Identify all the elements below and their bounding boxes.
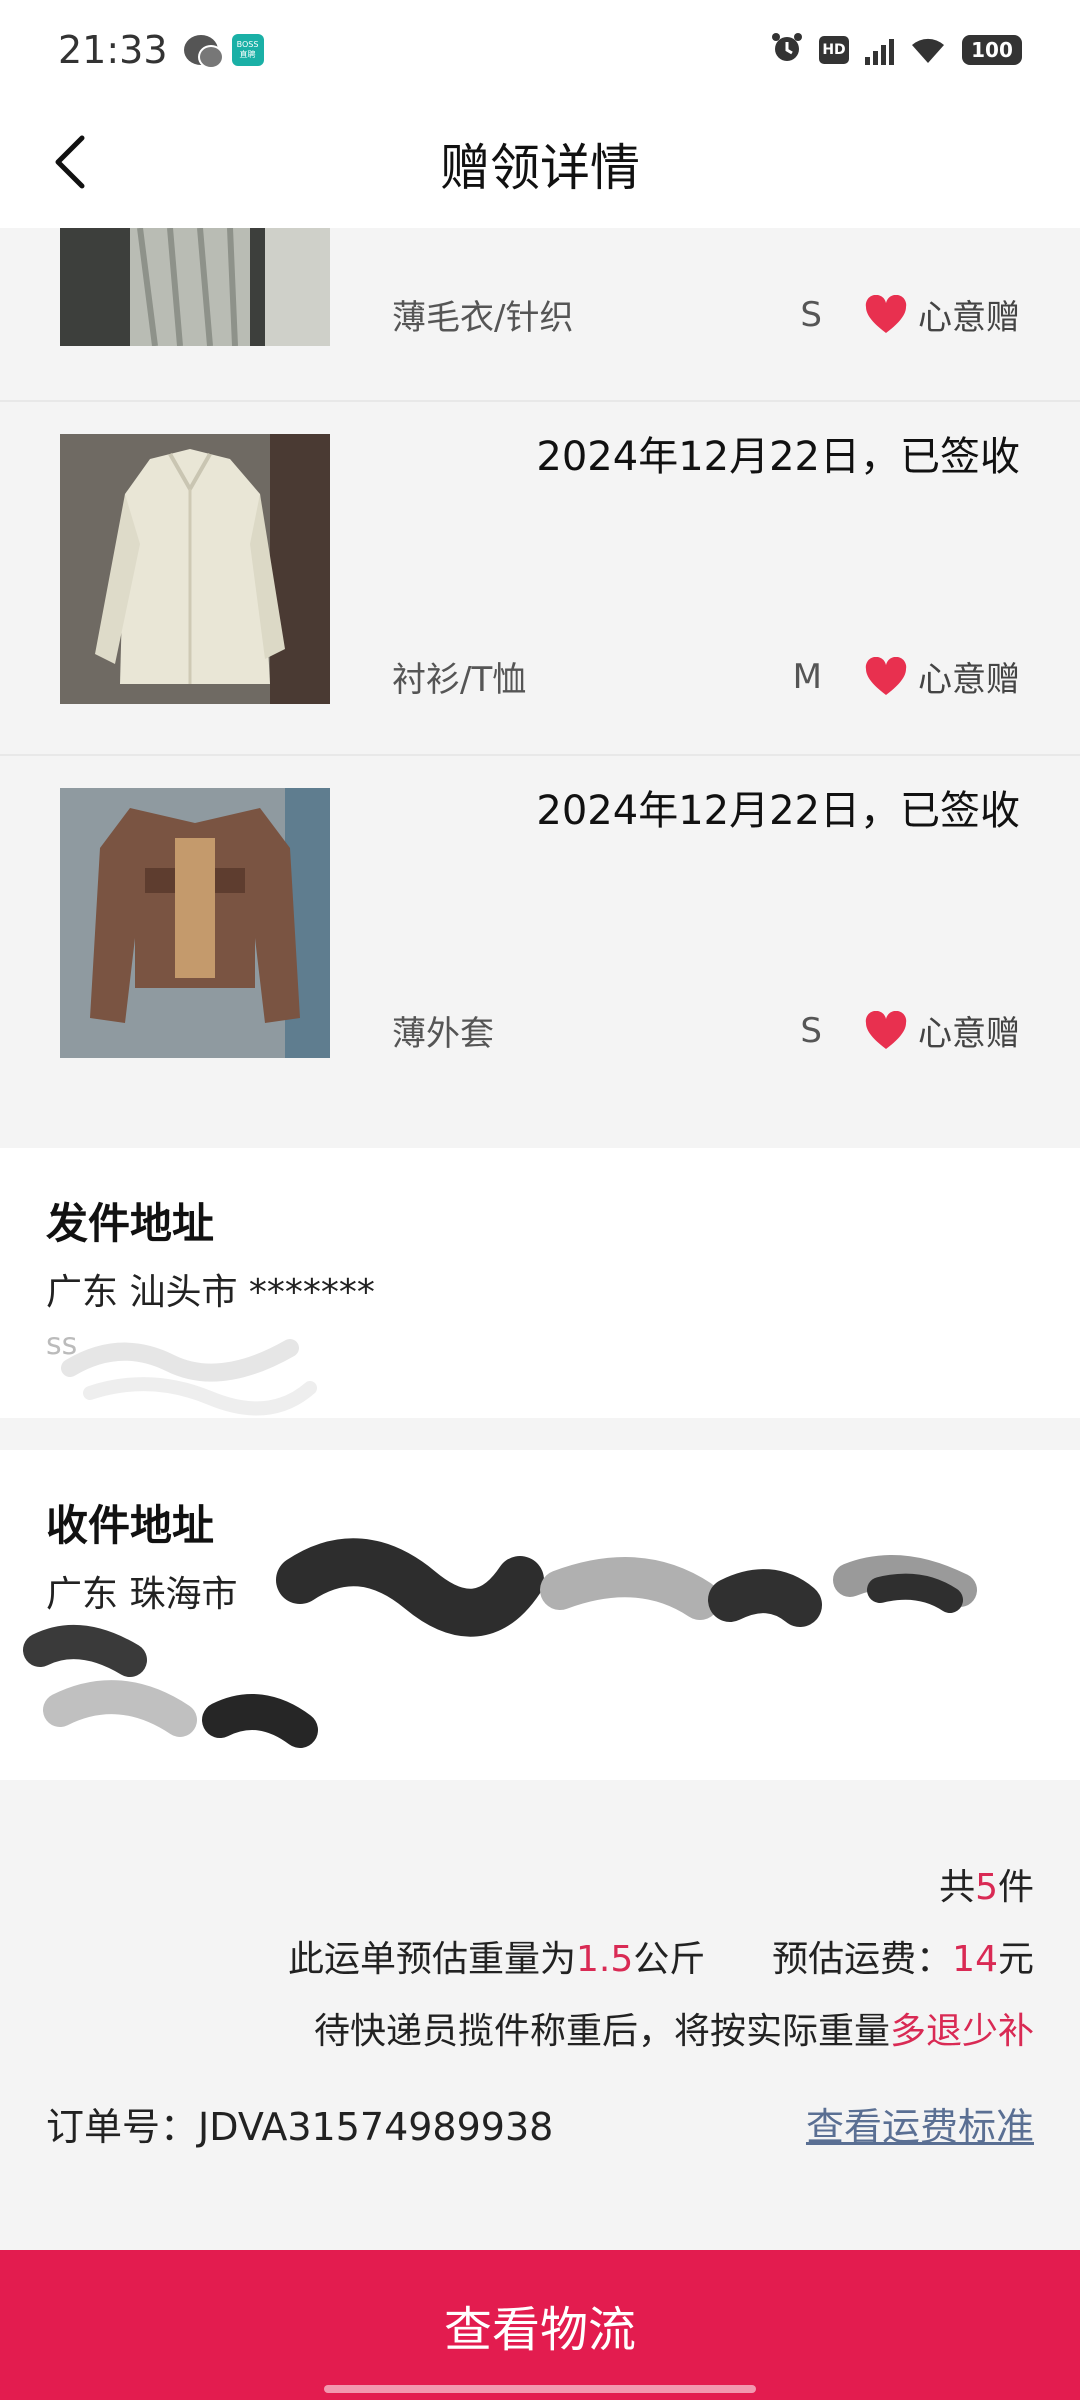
gift-item[interactable]: 2024年12月22日，已签收 衬衫/T恤 M 心意赠	[0, 402, 1080, 756]
status-right-icons: HD 100	[771, 32, 1022, 68]
redaction-scribble	[61, 1339, 317, 1416]
item-size: S	[800, 294, 822, 335]
boss-app-icon: BOSS 直聘	[231, 34, 264, 66]
chevron-left-icon	[55, 135, 85, 189]
order-row: 订单号：JDVA31574989938 查看运费标准	[46, 2096, 1034, 2151]
home-indicator	[324, 2385, 756, 2393]
back-button[interactable]	[38, 130, 102, 194]
battery-icon: 100	[962, 35, 1022, 65]
gift-item[interactable]: 2024年12月22日，已签收 薄外套 S 心意赠	[0, 756, 1080, 1146]
hd-icon: HD	[819, 36, 849, 64]
item-meta: 薄外套 S 心意赠	[392, 1006, 1020, 1055]
weight-fee-line: 此运单预估重量为1.5公斤 预估运费：14元	[287, 1939, 1034, 1980]
sender-address: 发件地址 广东 汕头市 ******* ss	[0, 1148, 1080, 1418]
item-photo-jacket	[60, 788, 330, 1058]
gift-item[interactable]: 薄毛衣/针织 S 心意赠	[0, 228, 1080, 402]
view-logistics-button[interactable]: 查看物流	[0, 2250, 1080, 2400]
item-meta: 衬衫/T恤 M 心意赠	[392, 652, 1020, 701]
gift-label: 心意赠	[918, 660, 1020, 700]
page-title: 赠领详情	[440, 139, 640, 197]
item-meta: 薄毛衣/针织 S 心意赠	[392, 290, 1020, 339]
status-time: 21:33	[58, 28, 168, 72]
heart-icon	[865, 294, 907, 333]
order-number: 订单号：JDVA31574989938	[46, 2105, 554, 2149]
gift-tag: 心意赠	[864, 652, 1020, 701]
item-category: 衬衫/T恤	[392, 660, 527, 700]
sender-line1: 广东 汕头市 *******	[46, 1272, 375, 1313]
fee-standard-link[interactable]: 查看运费标准	[806, 2096, 1034, 2151]
alarm-icon	[771, 32, 803, 68]
item-size: M	[792, 656, 822, 697]
status-bar: 21:33 BOSS 直聘 HD 100	[0, 0, 1080, 100]
wechat-icon	[183, 35, 224, 69]
gift-tag: 心意赠	[864, 1006, 1020, 1055]
item-photo-shirt	[60, 434, 330, 704]
heart-icon	[865, 1010, 907, 1049]
weight-note: 待快递员揽件称重后，将按实际重量多退少补	[313, 2011, 1034, 2052]
item-category: 薄外套	[392, 1014, 494, 1054]
sender-title: 发件地址	[46, 1199, 215, 1248]
gift-tag: 心意赠	[864, 290, 1020, 339]
item-size: S	[800, 1010, 822, 1051]
gift-label: 心意赠	[918, 298, 1020, 338]
item-photo-sweater	[60, 228, 330, 346]
item-category: 薄毛衣/针织	[392, 298, 574, 338]
signal-icon	[865, 35, 894, 65]
heart-icon	[865, 656, 907, 695]
item-date: 2024年12月22日，已签收	[536, 434, 1020, 480]
item-date: 2024年12月22日，已签收	[536, 788, 1020, 834]
item-count: 共5件	[939, 1867, 1034, 1908]
receiver-address: 收件地址 广东 珠海市	[0, 1450, 1080, 1780]
redaction-scribble	[23, 1538, 977, 1748]
notification-icons: BOSS 直聘	[183, 34, 264, 69]
page-header: 赠领详情	[0, 100, 1080, 228]
gift-label: 心意赠	[918, 1014, 1020, 1054]
wifi-icon	[910, 35, 946, 65]
